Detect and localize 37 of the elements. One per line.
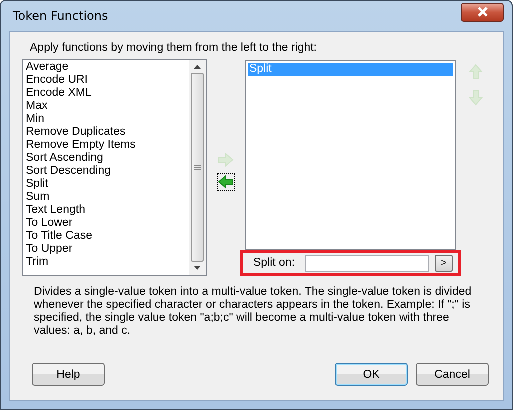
window-title: Token Functions <box>12 9 108 23</box>
scrollbar-thumb[interactable] <box>191 73 204 262</box>
function-list-item[interactable]: Text Length <box>25 204 188 217</box>
function-list-item[interactable]: Average <box>25 61 188 74</box>
help-button[interactable]: Help <box>32 363 105 386</box>
down-arrow-icon <box>469 90 484 106</box>
function-list-item[interactable]: Split <box>25 178 188 191</box>
function-list-item[interactable]: Encode URI <box>25 74 188 87</box>
description-text: Divides a single-value token into a multi-value token. The single-value token is divided whenever the specified character or characters appears in the token. Example: If ";" is specified, the single value token "a;b;c" will become a multi-value token with three values: a, b, and c. <box>34 286 473 338</box>
scrollbar[interactable] <box>189 60 206 275</box>
scroll-down-icon[interactable] <box>194 266 202 270</box>
function-list-item[interactable]: Trim <box>25 256 188 269</box>
function-list-item[interactable]: Min <box>25 113 188 126</box>
grip-icon <box>194 165 202 170</box>
instruction-text: Apply functions by moving them from the left to the right: <box>30 42 318 54</box>
split-on-label: Split on: <box>253 257 296 270</box>
function-list-item[interactable]: Max <box>25 100 188 113</box>
remove-function-button[interactable] <box>217 172 236 190</box>
function-list-item[interactable]: Remove Empty Items <box>25 139 188 152</box>
function-list-item[interactable]: Encode XML <box>25 87 188 100</box>
cancel-button[interactable]: Cancel <box>416 363 489 386</box>
function-list-item[interactable]: Sort Descending <box>25 165 188 178</box>
function-list-item[interactable]: Remove Duplicates <box>25 126 188 139</box>
function-list-item[interactable]: Sort Ascending <box>25 152 188 165</box>
function-list-item[interactable]: Sum <box>25 191 188 204</box>
close-button[interactable] <box>461 2 504 22</box>
function-list-item[interactable]: To Title Case <box>25 230 188 243</box>
ok-button[interactable]: OK <box>335 363 408 386</box>
right-arrow-icon <box>218 152 234 166</box>
scroll-up-icon[interactable] <box>194 65 202 69</box>
up-arrow-icon <box>469 64 484 80</box>
split-on-field[interactable] <box>305 254 430 272</box>
close-icon <box>476 7 490 17</box>
function-list-item[interactable]: To Lower <box>25 217 188 230</box>
left-arrow-icon <box>218 174 234 188</box>
insert-button[interactable]: > <box>435 254 454 272</box>
function-list-item[interactable]: To Upper <box>25 243 188 256</box>
